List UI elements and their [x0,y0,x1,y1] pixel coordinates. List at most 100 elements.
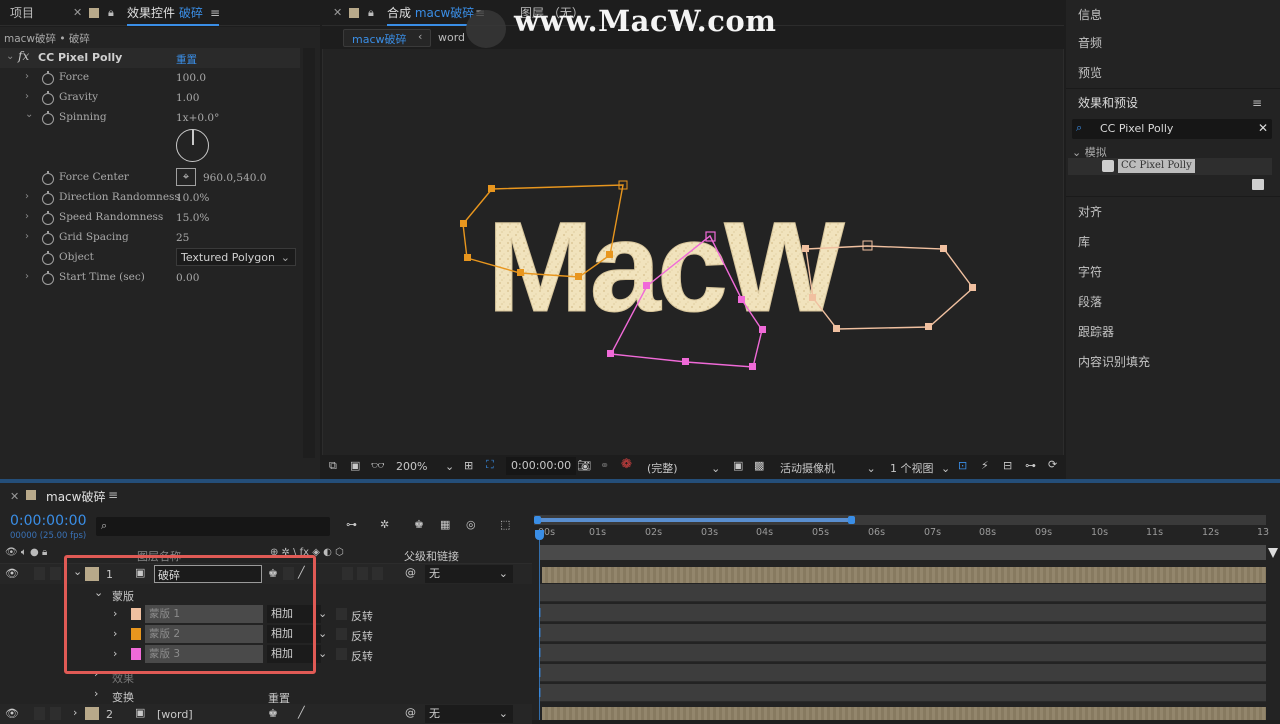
rotation-dial[interactable] [176,129,209,162]
effect-reset-link[interactable]: 重置 [176,52,197,67]
chevron-right-icon[interactable]: › [25,271,29,282]
stopwatch-icon[interactable] [42,91,54,105]
viewer-timecode[interactable]: 0:00:00:00 [506,457,577,475]
fast-draft-icon[interactable]: ⚡︎ [981,459,989,472]
show-snapshot-icon[interactable]: ⚭ [600,459,609,472]
param-gravity-value[interactable]: 1.00 [176,88,199,108]
tab-composition[interactable]: 合成 macw破碎 [387,0,474,26]
zoom-select[interactable]: 200% ⌄ [396,460,454,473]
parent-dropdown[interactable]: 无 ⌄ [425,705,513,723]
visibility-eye-icon[interactable]: 👁︎ [5,707,19,720]
comp-subtab-active[interactable]: macw破碎 ‹ [343,29,431,47]
panel-info[interactable]: 信息 [1078,0,1102,30]
close-icon[interactable]: ✕ [10,490,19,503]
parent-dropdown[interactable]: 无 ⌄ [425,565,513,583]
work-area-bar[interactable] [534,515,1266,525]
column-parent-link[interactable]: 父级和链接 [404,548,459,564]
effect-controls-scrollbar[interactable] [303,48,315,458]
resolution-select[interactable]: (完整) ⌄ [647,460,720,476]
stopwatch-icon[interactable] [42,111,54,125]
motion-blur-icon[interactable]: ◎ [466,518,476,531]
camera-snapshot-icon[interactable]: 📷︎ [577,459,591,472]
frame-blending-icon[interactable]: ▦ [440,518,450,531]
pickwhip-icon[interactable]: @ [405,706,416,719]
work-area-start-handle[interactable] [534,516,541,524]
menu-icon[interactable]: ≡ [1252,96,1262,110]
shy-layers-icon[interactable]: ♚ [414,518,424,531]
param-speed-randomness-value[interactable]: 15.0% [176,208,209,228]
stopwatch-icon[interactable] [42,231,54,245]
av-switches-icons[interactable]: 👁︎ 🔈︎ ● 🔒︎ [5,547,47,558]
chevron-right-icon[interactable]: › [94,687,98,700]
invert-checkbox[interactable] [336,628,347,640]
stopwatch-icon[interactable] [42,171,54,185]
stopwatch-icon[interactable] [42,191,54,205]
fx-icon[interactable]: fx [18,49,29,63]
layer-label-color[interactable] [85,707,99,720]
panel-tracker[interactable]: 跟踪器 [1078,317,1114,347]
chevron-right-icon[interactable]: › [25,191,29,202]
timeline-search-input[interactable]: ⌕ [96,517,330,536]
panel-content-aware-fill[interactable]: 内容识别填充 [1078,347,1150,377]
stopwatch-icon[interactable] [42,271,54,285]
work-area-end-handle[interactable] [848,516,855,524]
layer-name[interactable]: [word] [157,708,193,721]
tab-project[interactable]: 项目 [10,0,34,26]
switch-box[interactable] [50,567,61,580]
flowchart-icon[interactable]: ⊶ [1025,459,1036,472]
fast-previews-icon[interactable]: ▣ [733,459,743,472]
chevron-down-icon[interactable]: ⌄ [25,109,33,120]
close-icon[interactable]: ✕ [73,0,82,26]
new-folder-icon[interactable] [1252,179,1264,190]
panel-character[interactable]: 字符 [1078,257,1102,287]
current-time-indicator[interactable] [535,526,545,542]
comp-subtab-word[interactable]: word [438,31,465,44]
draft-3d-icon[interactable]: ✲ [380,518,389,531]
chevron-down-icon[interactable]: ⌄ [318,627,327,640]
chevron-right-icon[interactable]: › [73,706,77,719]
views-select[interactable]: 1 个视图 ⌄ [890,460,950,476]
toggle-pixel-aspect-icon[interactable]: ⊡ [958,459,967,472]
switch-box[interactable] [34,567,45,580]
param-start-time-value[interactable]: 0.00 [176,268,199,288]
transform-label[interactable]: 变换 [112,689,134,705]
visibility-eye-icon[interactable]: 👁︎ [5,567,19,580]
timeline-tab-title[interactable]: macw破碎 [46,488,105,505]
panel-preview[interactable]: 预览 [1078,58,1102,88]
chevron-right-icon[interactable]: › [25,211,29,222]
lock-icon[interactable]: 🔒︎ [368,0,374,26]
snapshot-region-icon[interactable]: ⧉ [329,459,337,473]
glasses-icon[interactable]: 👓︎ [371,459,385,472]
switch-box[interactable] [50,707,61,720]
param-spinning-value[interactable]: 1x+0.0° [176,108,219,128]
effects-search-box[interactable]: ⌕ CC Pixel Polly ✕ [1072,119,1272,139]
graph-editor-icon[interactable]: ⬚ [500,518,510,531]
crosshair-icon[interactable]: ⌖ [176,168,196,186]
clear-search-icon[interactable]: ✕ [1258,121,1268,135]
invert-checkbox[interactable] [336,608,347,620]
switch-box[interactable] [372,567,383,580]
menu-icon[interactable]: ≡ [210,0,220,26]
stopwatch-icon[interactable] [42,251,54,265]
tab-effect-controls[interactable]: 效果控件 破碎 [127,0,203,26]
close-icon[interactable]: ✕ [333,0,342,26]
chevron-down-icon[interactable]: ⌄ [318,607,327,620]
switch-box[interactable] [342,567,353,580]
timeline-icon[interactable]: ⊟ [1003,459,1012,472]
roi-icon[interactable]: ⛶ [486,458,494,472]
chevron-right-icon[interactable]: › [25,71,29,82]
invert-checkbox[interactable] [336,648,347,660]
switch-box[interactable] [357,567,368,580]
timeline-timecode[interactable]: 0:00:00:00 [10,513,87,529]
switch-box[interactable] [34,707,45,720]
panel-libraries[interactable]: 库 [1078,227,1090,257]
transparency-grid-icon[interactable]: ▩ [754,459,764,472]
work-area-range[interactable] [536,518,854,522]
param-grid-spacing-value[interactable]: 25 [176,228,189,248]
pickwhip-icon[interactable]: @ [405,566,416,579]
panel-audio[interactable]: 音频 [1078,28,1102,58]
stopwatch-icon[interactable] [42,71,54,85]
effect-result-row[interactable]: CC Pixel Polly [1068,158,1272,175]
chevron-right-icon[interactable]: › [25,91,29,102]
lock-icon[interactable]: 🔒︎ [108,0,114,26]
